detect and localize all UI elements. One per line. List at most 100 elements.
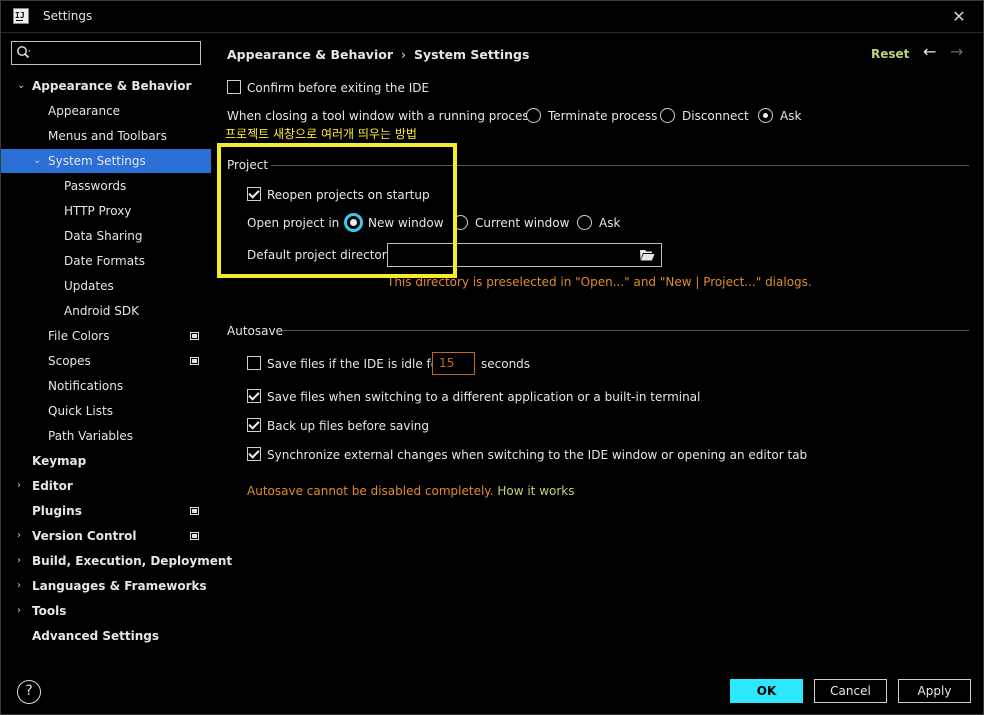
default-dir-hint: This directory is preselected in "Open..… [387, 275, 812, 289]
radio-ask-closing[interactable] [758, 108, 773, 123]
arrow-left-icon[interactable]: ← [923, 42, 936, 61]
tree-item-http-proxy[interactable]: HTTP Proxy [1, 199, 211, 223]
chevron-right-icon[interactable]: › [17, 524, 27, 548]
settings-sidebar: ⌄ Appearance & Behavior Appearance Menus… [1, 34, 232, 654]
settings-window: IJ Settings ✕ ⌄ Appearance & Behavior Ap… [0, 0, 984, 715]
backup-files-label: Back up files before saving [267, 419, 430, 433]
chevron-right-icon[interactable]: › [17, 574, 27, 598]
chevron-down-icon[interactable]: ⌄ [17, 74, 27, 98]
radio-ask-closing-label: Ask [780, 109, 802, 123]
tree-item-android-sdk[interactable]: Android SDK [1, 299, 211, 323]
reopen-projects-checkbox[interactable] [247, 187, 261, 201]
tree-item-label: Passwords [64, 179, 127, 193]
tree-item-notifications[interactable]: Notifications [1, 374, 211, 398]
tree-item-scopes[interactable]: Scopes [1, 349, 211, 373]
tree-item-date-formats[interactable]: Date Formats [1, 249, 211, 273]
chevron-right-icon[interactable]: › [17, 549, 27, 573]
save-switching-checkbox[interactable] [247, 389, 261, 403]
project-level-icon [190, 332, 199, 340]
autosave-section-title: Autosave [227, 324, 283, 338]
tree-item-menus-toolbars[interactable]: Menus and Toolbars [1, 124, 211, 148]
tree-item-appearance[interactable]: Appearance [1, 99, 211, 123]
sync-external-label: Synchronize external changes when switch… [267, 448, 808, 462]
idle-seconds-input[interactable]: 15 [432, 352, 475, 375]
confirm-exit-checkbox[interactable] [227, 80, 241, 94]
tree-item-label: Version Control [32, 529, 137, 543]
confirm-exit-label: Confirm before exiting the IDE [247, 81, 430, 95]
tree-item-label: Build, Execution, Deployment [32, 554, 233, 568]
tree-item-label: HTTP Proxy [64, 204, 132, 218]
radio-disconnect-label: Disconnect [682, 109, 749, 123]
breadcrumb-parent[interactable]: Appearance & Behavior [227, 47, 393, 62]
arrow-right-icon[interactable]: → [950, 42, 963, 61]
tree-item-version-control[interactable]: › Version Control [1, 524, 211, 548]
tree-item-label: Plugins [32, 504, 82, 518]
korean-annotation: 프로젝트 새창으로 여러개 띄우는 방법 [225, 127, 417, 141]
chevron-down-icon[interactable]: ⌄ [33, 149, 43, 173]
search-input[interactable] [11, 41, 201, 65]
sync-external-checkbox[interactable] [247, 447, 261, 461]
breadcrumb-current: System Settings [414, 47, 530, 62]
window-title: Settings [43, 9, 93, 23]
radio-new-window-label: New window [368, 216, 444, 230]
radio-current-window-label: Current window [475, 216, 570, 230]
tree-item-editor[interactable]: › Editor [1, 474, 211, 498]
idle-seconds-unit: seconds [481, 357, 531, 371]
breadcrumb-separator: › [401, 47, 406, 62]
closing-process-label: When closing a tool window with a runnin… [227, 109, 539, 123]
tree-item-data-sharing[interactable]: Data Sharing [1, 224, 211, 248]
reopen-projects-label: Reopen projects on startup [267, 188, 430, 202]
chevron-right-icon[interactable]: › [17, 599, 27, 623]
breadcrumb: Appearance & Behavior › System Settings [227, 47, 529, 62]
radio-current-window[interactable] [453, 215, 468, 230]
cancel-button[interactable]: Cancel [814, 679, 887, 703]
how-it-works-link[interactable]: How it works [497, 484, 574, 498]
tree-item-label: Data Sharing [64, 229, 143, 243]
close-icon[interactable]: ✕ [949, 7, 969, 27]
radio-ask-open-label: Ask [599, 216, 621, 230]
radio-new-window[interactable] [344, 213, 363, 232]
folder-open-icon[interactable] [639, 248, 655, 262]
tree-item-label: Android SDK [64, 304, 139, 318]
radio-ask-open[interactable] [577, 215, 592, 230]
chevron-right-icon[interactable]: › [17, 474, 27, 498]
tree-item-advanced-settings[interactable]: Advanced Settings [1, 624, 211, 648]
default-dir-input[interactable] [387, 243, 662, 267]
title-bar: IJ Settings ✕ [1, 1, 983, 33]
tree-item-quick-lists[interactable]: Quick Lists [1, 399, 211, 423]
reset-link[interactable]: Reset [871, 47, 909, 61]
tree-item-languages-frameworks[interactable]: › Languages & Frameworks [1, 574, 211, 598]
project-level-icon [190, 532, 199, 540]
tree-item-label: File Colors [48, 329, 110, 343]
project-level-icon [190, 357, 199, 365]
tree-item-label: Menus and Toolbars [48, 129, 167, 143]
tree-item-label: Updates [64, 279, 114, 293]
tree-item-build-execution-deployment[interactable]: › Build, Execution, Deployment [1, 549, 232, 573]
tree-item-updates[interactable]: Updates [1, 274, 211, 298]
tree-item-plugins[interactable]: Plugins [1, 499, 211, 523]
autosave-warning: Autosave cannot be disabled completely. … [247, 484, 574, 498]
tree-item-label: Languages & Frameworks [32, 579, 207, 593]
tree-item-tools[interactable]: › Tools [1, 599, 211, 623]
default-dir-label: Default project directory: [247, 248, 397, 262]
tree-item-label: Date Formats [64, 254, 146, 268]
tree-item-label: Editor [32, 479, 73, 493]
tree-item-path-variables[interactable]: Path Variables [1, 424, 211, 448]
project-level-icon [190, 507, 199, 515]
tree-item-keymap[interactable]: Keymap [1, 449, 211, 473]
tree-item-system-settings[interactable]: ⌄ System Settings [1, 149, 211, 173]
save-switching-label: Save files when switching to a different… [267, 390, 701, 404]
radio-disconnect[interactable] [660, 108, 675, 123]
tree-item-passwords[interactable]: Passwords [1, 174, 211, 198]
help-button[interactable]: ? [17, 680, 41, 704]
tree-item-appearance-behavior[interactable]: ⌄ Appearance & Behavior [1, 74, 211, 98]
project-section-title: Project [227, 158, 269, 172]
apply-button[interactable]: Apply [898, 679, 971, 703]
intellij-logo-icon: IJ [13, 8, 29, 24]
backup-files-checkbox[interactable] [247, 418, 261, 432]
tree-item-file-colors[interactable]: File Colors [1, 324, 211, 348]
save-idle-checkbox[interactable] [247, 356, 261, 370]
tree-item-label: Appearance [48, 104, 121, 118]
ok-button[interactable]: OK [730, 679, 803, 703]
radio-terminate-process[interactable] [526, 108, 541, 123]
